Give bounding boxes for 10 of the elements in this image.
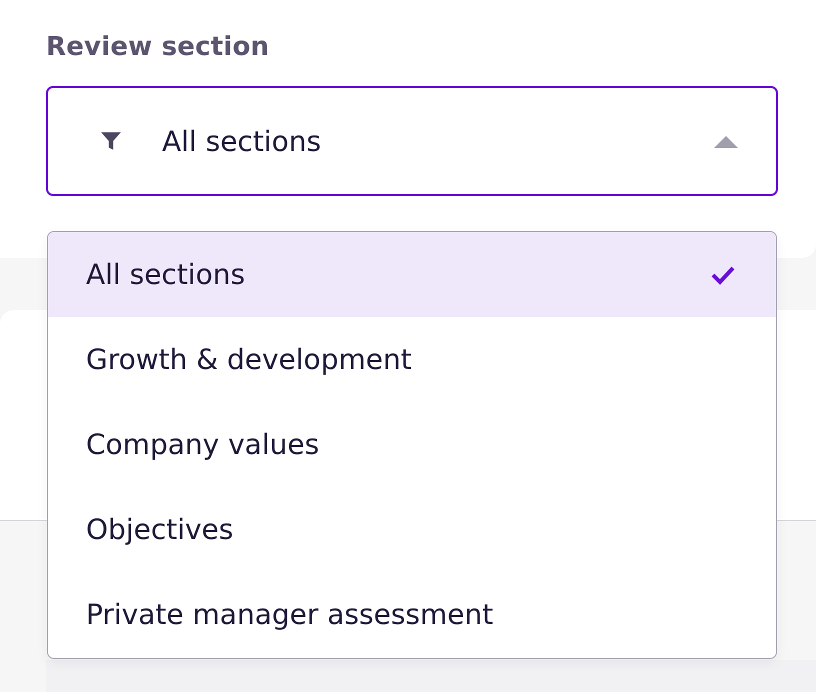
section-select[interactable]: All sections bbox=[46, 86, 778, 196]
checkmark-icon bbox=[710, 264, 736, 284]
filter-icon bbox=[100, 130, 122, 152]
menu-option[interactable]: All sections bbox=[48, 232, 776, 317]
caret-icon bbox=[714, 134, 738, 148]
menu-option[interactable]: Company values bbox=[48, 402, 776, 487]
menu-option[interactable]: Objectives bbox=[48, 487, 776, 572]
menu-option[interactable]: Growth & development bbox=[48, 317, 776, 402]
menu-option[interactable]: Private manager assessment bbox=[48, 572, 776, 657]
field-label: Review section bbox=[46, 32, 270, 62]
